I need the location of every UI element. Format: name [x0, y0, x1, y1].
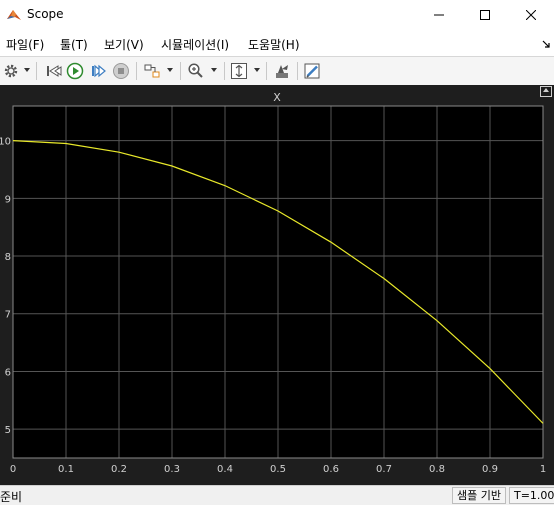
x-tick-label: 0.9	[482, 464, 498, 475]
step-back-icon[interactable]	[44, 61, 62, 81]
y-tick-label: 5	[5, 425, 11, 436]
toolbar-separator	[36, 62, 37, 80]
x-tick-label: 0.3	[164, 464, 180, 475]
y-tick-label: 7	[5, 310, 11, 321]
x-tick-label: 0.2	[111, 464, 127, 475]
x-tick-label: 0.5	[270, 464, 286, 475]
toolbar-separator	[297, 62, 298, 80]
settings-dropdown-icon[interactable]	[24, 68, 30, 72]
x-tick-label: 0.1	[58, 464, 74, 475]
menu-bar: 파일(F) 툴(T) 보기(V) 시뮬레이션(I) 도움말(H)	[0, 30, 554, 56]
plot-canvas[interactable]: 0 0.1 0.2 0.3 0.4 0.5 0.6 0.7 0.8 0.9 1 10 9 8 7 6 5	[0, 85, 554, 485]
close-icon	[526, 10, 536, 20]
status-bar: 준비 샘플 기반 T=1.000	[0, 485, 554, 504]
status-time: T=1.000	[509, 487, 554, 504]
menu-tools[interactable]: 툴(T)	[60, 36, 88, 53]
menu-help[interactable]: 도움말(H)	[248, 36, 300, 53]
maximize-icon	[480, 10, 490, 20]
x-tick-label: 0	[10, 464, 16, 475]
scale-icon[interactable]	[230, 61, 248, 81]
status-text: 준비	[0, 490, 23, 504]
x-tick-label: 1	[540, 464, 546, 475]
zoom-icon[interactable]	[187, 61, 205, 81]
toolbar-separator	[180, 62, 181, 80]
x-tick-label: 0.8	[429, 464, 445, 475]
x-tick-label: 0.7	[376, 464, 392, 475]
step-forward-icon[interactable]	[90, 61, 106, 81]
status-sample-mode: 샘플 기반	[452, 487, 506, 504]
toolbar-separator	[266, 62, 267, 80]
toolbar	[0, 56, 554, 86]
scale-dropdown-icon[interactable]	[254, 68, 260, 72]
window-title: Scope	[27, 7, 64, 21]
y-tick-label: 9	[5, 194, 11, 205]
menu-view[interactable]: 보기(V)	[104, 36, 144, 53]
expand-arrow-icon[interactable]	[542, 37, 550, 51]
settings-icon[interactable]	[3, 61, 19, 81]
highlight-icon[interactable]	[143, 61, 161, 81]
zoom-dropdown-icon[interactable]	[211, 68, 217, 72]
scope-display[interactable]: X 0 0.1 0.2 0.3 0.4 0.5 0.6 0.7 0.8 0.9 1 10 9 8 7 6 5	[0, 85, 554, 485]
toolbar-separator	[136, 62, 137, 80]
restore-icon[interactable]	[273, 61, 291, 81]
menu-simulation[interactable]: 시뮬레이션(I)	[161, 36, 229, 53]
stop-icon[interactable]	[112, 61, 130, 81]
y-tick-label: 6	[5, 367, 11, 378]
properties-icon[interactable]	[303, 61, 321, 81]
x-tick-label: 0.4	[217, 464, 233, 475]
y-tick-label: 10	[0, 137, 11, 148]
highlight-dropdown-icon[interactable]	[167, 68, 173, 72]
minimize-icon	[434, 14, 444, 16]
run-icon[interactable]	[66, 61, 84, 81]
y-tick-label: 8	[5, 252, 11, 263]
menu-file[interactable]: 파일(F)	[6, 36, 44, 53]
title-bar: Scope	[0, 0, 554, 30]
minimize-button[interactable]	[416, 0, 462, 30]
x-tick-label: 0.6	[323, 464, 339, 475]
matlab-logo-icon	[6, 7, 22, 23]
close-button[interactable]	[508, 0, 554, 30]
toolbar-separator	[224, 62, 225, 80]
maximize-button[interactable]	[462, 0, 508, 30]
